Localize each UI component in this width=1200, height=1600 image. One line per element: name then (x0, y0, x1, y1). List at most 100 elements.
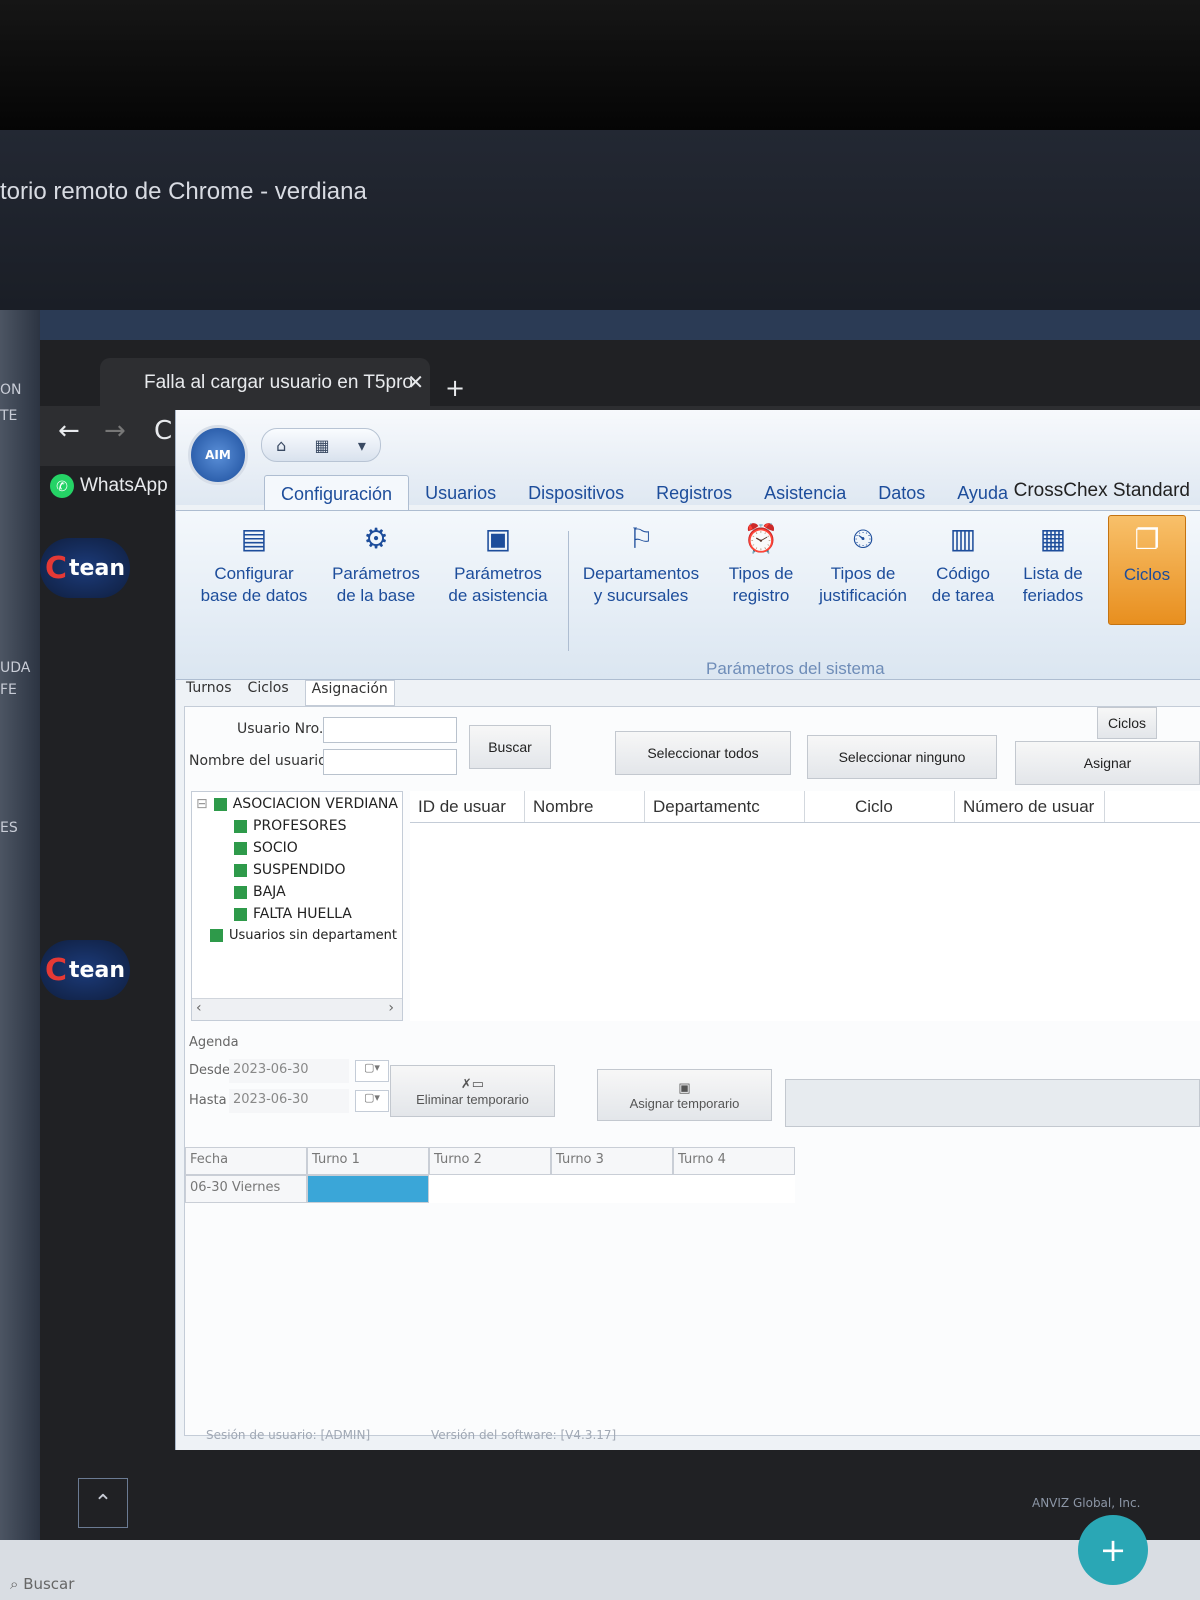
folder-icon (234, 885, 247, 899)
tab-close-icon[interactable]: ✕ (407, 370, 424, 395)
user-no-input[interactable] (323, 717, 457, 743)
cycles-ribbon-button[interactable]: ❐ Ciclos (1108, 515, 1186, 625)
tree-item[interactable]: BAJA (234, 884, 286, 900)
back-icon[interactable]: ← (58, 416, 80, 446)
tree-root[interactable]: ⊟ ASOCIACION VERDIANA (196, 796, 398, 812)
from-calendar-icon[interactable]: ▢▾ (355, 1060, 389, 1082)
user-clock-icon: ⏲ (852, 523, 874, 554)
folder-icon (213, 797, 227, 811)
schedule-table: Fecha Turno 1 Turno 2 Turno 3 Turno 4 06… (185, 1147, 795, 1203)
db-params-button[interactable]: ⚙ Parámetros de la base (321, 521, 431, 607)
taskbar-search[interactable]: ⌕ Buscar (10, 1575, 74, 1593)
menu-datos[interactable]: Datos (862, 475, 941, 511)
justification-types-button[interactable]: ⏲ Tipos de justificación (812, 521, 914, 607)
crosschex-window: AIM ⌂ ▦ ▾ CrossChex Standard Configuraci… (175, 410, 1200, 1450)
col-name[interactable]: Nombre (525, 791, 645, 822)
col-department[interactable]: Departamentc (645, 791, 805, 822)
disabled-toolbar (785, 1079, 1200, 1127)
subtabs: Turnos Ciclos Asignación (186, 680, 395, 706)
user-name-input[interactable] (323, 749, 457, 775)
task-code-button[interactable]: ▥ Código de tarea (922, 521, 1004, 607)
menu-ayuda[interactable]: Ayuda (941, 475, 1024, 511)
app-logo[interactable]: AIM (188, 425, 248, 485)
scroll-right-icon[interactable]: › (388, 1000, 394, 1016)
quick-access-toolbar: ⌂ ▦ ▾ (261, 428, 381, 462)
cell-turno-3[interactable] (551, 1175, 673, 1203)
ciclos-button[interactable]: Ciclos (1097, 707, 1157, 739)
select-all-button[interactable]: Seleccionar todos (615, 731, 791, 775)
tree-item[interactable]: SUSPENDIDO (234, 862, 346, 878)
dropdown-icon[interactable]: ▾ (358, 436, 366, 455)
version-status: Versión del software: [V4.3.17] (431, 1428, 617, 1442)
users-grid-body[interactable] (410, 823, 1200, 1021)
reload-icon[interactable]: C (154, 416, 172, 446)
col-user-id[interactable]: ID de usuar (410, 791, 525, 822)
tab-title: Falla al cargar usuario en T5pro (144, 372, 413, 393)
subtab-turnos[interactable]: Turnos (186, 680, 232, 706)
department-tree: ⊟ ASOCIACION VERDIANA PROFESORES SOCIO S… (191, 791, 403, 1021)
menu-registros[interactable]: Registros (640, 475, 748, 511)
ribbon-group-label: Parámetros del sistema (706, 659, 885, 678)
from-date-input[interactable]: 2023-06-30 (229, 1059, 349, 1083)
remote-window-title: torio remoto de Chrome - verdiana (0, 178, 367, 205)
bookmark-whatsapp[interactable]: ✆ WhatsApp (50, 466, 168, 506)
attendance-params-button[interactable]: ▣ Parámetros de asistencia (438, 521, 558, 607)
col-turno-4[interactable]: Turno 4 (673, 1147, 795, 1175)
col-turno-1[interactable]: Turno 1 (307, 1147, 429, 1175)
task-code-icon: ▥ (949, 523, 977, 554)
browser-tab[interactable]: Falla al cargar usuario en T5pro ✕ (100, 358, 430, 406)
forward-icon[interactable]: → (104, 416, 126, 446)
select-none-button[interactable]: Seleccionar ninguno (807, 735, 997, 779)
menu-dispositivos[interactable]: Dispositivos (512, 475, 640, 511)
folder-icon (210, 929, 223, 942)
delete-temp-icon: ✗▭ (460, 1075, 485, 1091)
col-turno-2[interactable]: Turno 2 (429, 1147, 551, 1175)
record-types-button[interactable]: ⏰ Tipos de registro (716, 521, 806, 607)
new-tab-icon[interactable]: + (445, 374, 465, 402)
cycles-icon: ❐ (1134, 524, 1160, 555)
cell-turno-1[interactable] (307, 1175, 429, 1203)
holidays-button[interactable]: ▦ Lista de feriados (1010, 521, 1096, 607)
desktop-fragment: ES (0, 820, 18, 836)
scroll-left-icon[interactable]: ‹ (196, 1000, 202, 1016)
assignment-panel: Usuario Nro. Nombre del usuario Buscar S… (184, 706, 1200, 1436)
subtab-asignacion[interactable]: Asignación (304, 680, 395, 706)
departments-button[interactable]: ⚐ Departamentos y sucursales (576, 521, 706, 607)
tree-item[interactable]: SOCIO (234, 840, 298, 856)
col-fecha[interactable]: Fecha (185, 1147, 307, 1175)
delete-temp-button[interactable]: ✗▭ Eliminar temporario (390, 1065, 555, 1117)
search-button[interactable]: Buscar (469, 725, 551, 769)
col-cycle[interactable]: Ciclo (805, 791, 955, 822)
menu-asistencia[interactable]: Asistencia (748, 475, 862, 511)
team-logo: Ctean (40, 940, 130, 1000)
configure-db-button[interactable]: ▤ Configurar base de datos (194, 521, 314, 607)
home-icon[interactable]: ⌂ (276, 436, 286, 455)
menu-configuracion[interactable]: Configuración (264, 475, 410, 511)
to-label: Hasta (189, 1093, 227, 1108)
floating-add-button[interactable]: + (1078, 1515, 1148, 1585)
database-icon: ▤ (240, 523, 268, 554)
menu-usuarios[interactable]: Usuarios (409, 475, 512, 511)
gears-icon: ⚙ (363, 523, 389, 554)
assign-temp-icon: ▣ (678, 1079, 691, 1095)
assign-temp-button[interactable]: ▣ Asignar temporario (597, 1069, 772, 1121)
tree-item[interactable]: PROFESORES (234, 818, 346, 834)
cell-turno-4[interactable] (673, 1175, 795, 1203)
col-user-number[interactable]: Número de usuar (955, 791, 1105, 822)
table-row[interactable]: 06-30 Viernes (185, 1175, 795, 1203)
tree-item-no-dept[interactable]: Usuarios sin departament (210, 928, 397, 943)
tree-item[interactable]: FALTA HUELLA (234, 906, 352, 922)
device-icon[interactable]: ▦ (314, 436, 329, 455)
cell-turno-2[interactable] (429, 1175, 551, 1203)
tree-horizontal-scrollbar[interactable]: ‹ › (192, 998, 402, 1020)
subtab-ciclos[interactable]: Ciclos (248, 680, 289, 706)
taskbar (0, 1540, 1200, 1600)
assign-button[interactable]: Asignar (1015, 741, 1200, 785)
col-turno-3[interactable]: Turno 3 (551, 1147, 673, 1175)
to-calendar-icon[interactable]: ▢▾ (355, 1090, 389, 1112)
collapse-icon[interactable]: ⊟ (196, 796, 208, 812)
scroll-up-icon[interactable]: ⌃ (78, 1478, 128, 1528)
schedule-header-row: Fecha Turno 1 Turno 2 Turno 3 Turno 4 (185, 1147, 795, 1175)
to-date-input[interactable]: 2023-06-30 (229, 1089, 349, 1113)
cell-date[interactable]: 06-30 Viernes (185, 1175, 307, 1203)
